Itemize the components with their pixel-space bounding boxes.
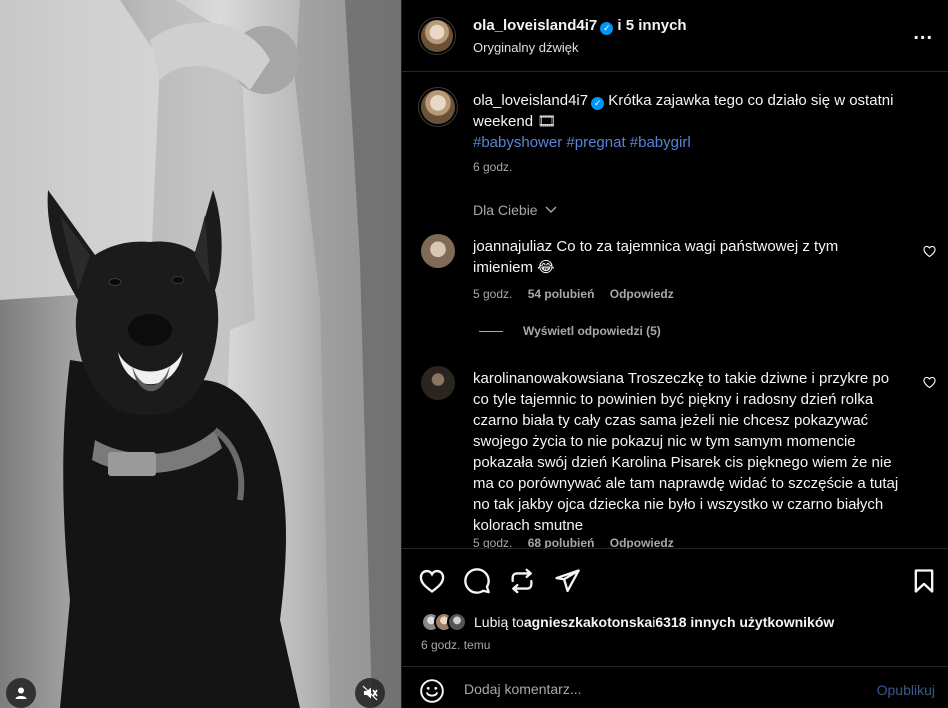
comment-text: karolinanowakowsiana Troszeczkę to takie… <box>473 368 903 536</box>
publish-button[interactable]: Opublikuj <box>877 682 935 698</box>
more-options-button[interactable]: ... <box>913 22 933 45</box>
share-paper-plane-icon[interactable] <box>553 567 581 595</box>
comment-like-heart-icon[interactable] <box>923 245 936 258</box>
audio-label[interactable]: Oryginalny dźwięk <box>473 40 579 55</box>
view-replies-button[interactable]: Wyświetl odpowiedzi (5) <box>479 324 661 338</box>
post-actions: Lubią to agnieszkakotonska i 6318 innych… <box>402 548 948 665</box>
caption-hashtags[interactable]: #babyshower #pregnat #babygirl <box>473 132 691 153</box>
comment-username[interactable]: joannajuliaz <box>473 238 552 255</box>
mute-toggle-button[interactable] <box>355 678 385 708</box>
chevron-down-icon <box>545 206 557 213</box>
likes-others-link[interactable]: 6318 innych użytkowników <box>655 614 834 630</box>
likes-summary: Lubią to agnieszkakotonska i 6318 innych… <box>421 612 834 632</box>
verified-badge-icon: ✓ <box>591 97 605 110</box>
comment-avatar[interactable] <box>421 366 455 400</box>
comment-likes[interactable]: 54 polubień <box>528 287 595 301</box>
comment-input[interactable] <box>464 681 844 697</box>
likes-user-link[interactable]: agnieszkakotonska <box>524 614 652 630</box>
comment-body: Troszeczkę to takie dziwne i przykre po … <box>473 370 899 534</box>
reply-button[interactable]: Odpowiedz <box>610 287 674 301</box>
bookmark-icon[interactable] <box>910 567 938 595</box>
tagged-users-button[interactable] <box>6 678 36 708</box>
caption-text: ola_loveisland4i7 ✓ Krótka zajawka tego c… <box>473 90 923 132</box>
comment-username[interactable]: karolinanowakowsiana <box>473 370 624 387</box>
author-username[interactable]: ola_loveisland4i7 <box>473 17 597 34</box>
post-sidebar: ola_loveisland4i7 ✓ i 5 innych Oryginalny… <box>401 0 948 708</box>
emoji-icon[interactable] <box>419 678 445 704</box>
author-line: ola_loveisland4i7 ✓ i 5 innych <box>473 17 687 35</box>
like-heart-icon[interactable] <box>418 567 446 595</box>
post-header: ola_loveisland4i7 ✓ i 5 innych Oryginalny… <box>402 0 948 72</box>
post-media-video[interactable] <box>0 0 401 708</box>
instagram-post-view: ola_loveisland4i7 ✓ i 5 innych Oryginalny… <box>0 0 948 708</box>
add-comment-bar: Opublikuj <box>402 666 948 708</box>
verified-badge-icon: ✓ <box>600 22 614 35</box>
comment-avatar[interactable] <box>421 234 455 268</box>
comment-text: joannajuliaz Co to za tajemnica wagi pań… <box>473 236 893 278</box>
liker-avatar <box>447 612 467 632</box>
caption-avatar[interactable] <box>421 90 455 124</box>
collab-others-link[interactable]: i 5 innych <box>613 17 686 34</box>
caption-time: 6 godz. <box>473 160 513 174</box>
comments-filter-dropdown[interactable]: Dla Ciebie <box>473 202 557 218</box>
comments-filter-label: Dla Ciebie <box>473 202 538 218</box>
speaker-muted-icon <box>362 685 378 701</box>
comment-time: 5 godz. <box>473 287 513 301</box>
view-replies-label: Wyświetl odpowiedzi (5) <box>523 324 661 338</box>
likers-avatars[interactable] <box>421 612 467 632</box>
likes-prefix: Lubią to <box>474 614 524 630</box>
dog-photo <box>0 0 401 708</box>
comment-like-heart-icon[interactable] <box>923 376 936 389</box>
post-time: 6 godz. temu <box>421 638 491 652</box>
caption-username[interactable]: ola_loveisland4i7 <box>473 92 588 109</box>
replies-divider-line <box>479 330 503 332</box>
user-icon <box>15 687 27 699</box>
comment-meta: 5 godz. 54 polubień Odpowiedz <box>473 287 674 301</box>
repost-icon[interactable] <box>508 567 536 595</box>
comment-bubble-icon[interactable] <box>463 567 491 595</box>
author-avatar[interactable] <box>421 20 453 52</box>
